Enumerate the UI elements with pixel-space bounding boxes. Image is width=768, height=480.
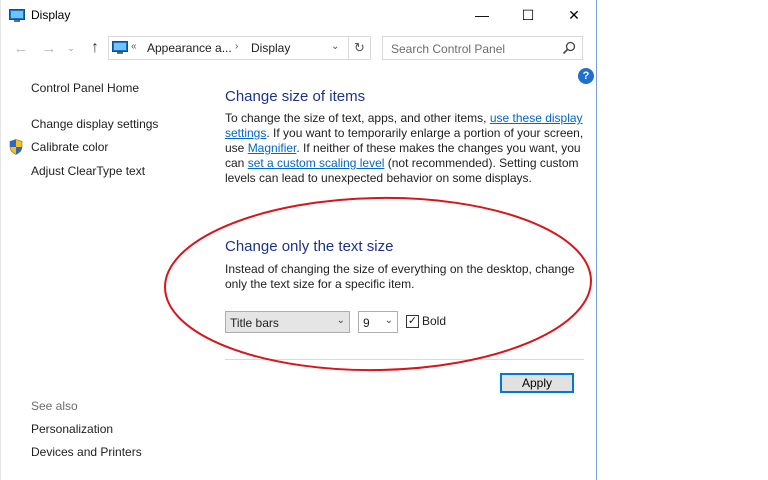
sidebar-item-home[interactable]: Control Panel Home	[31, 81, 139, 95]
title-bar: Display — ☐ ✕	[1, 0, 597, 31]
sidebar-item-devices[interactable]: Devices and Printers	[31, 445, 142, 459]
maximize-button[interactable]: ☐	[505, 0, 551, 30]
help-label: ?	[582, 70, 590, 82]
close-button[interactable]: ✕	[551, 0, 597, 30]
refresh-icon: ↻	[354, 40, 365, 55]
bold-label[interactable]: Bold	[422, 314, 446, 328]
breadcrumb-display[interactable]: Display	[251, 41, 290, 55]
maximize-icon: ☐	[521, 6, 535, 23]
search-placeholder: Search Control Panel	[391, 42, 506, 56]
back-button[interactable]: ←	[11, 38, 31, 58]
display-window: Display — ☐ ✕ ← → ⌄ ↑ « Appearance a... …	[0, 0, 597, 480]
checkmark-icon: ✓	[407, 315, 418, 327]
navigation-bar: ← → ⌄ ↑ « Appearance a... › Display ⌄ ↻ …	[1, 36, 597, 60]
recent-locations-button[interactable]: ⌄	[65, 40, 77, 56]
section-description-size: To change the size of text, apps, and ot…	[225, 111, 585, 186]
sidebar-item-personalization[interactable]: Personalization	[31, 422, 113, 436]
section-heading-size: Change size of items	[225, 88, 366, 105]
custom-scaling-link[interactable]: set a custom scaling level	[248, 156, 385, 170]
forward-button[interactable]: →	[39, 38, 59, 58]
chevron-down-icon: ⌄	[384, 315, 393, 326]
up-button[interactable]: ↑	[85, 38, 105, 58]
monitor-icon	[112, 41, 128, 54]
magnifier-link[interactable]: Magnifier	[248, 141, 297, 155]
item-select[interactable]: Title bars ⌄	[225, 311, 350, 333]
sidebar-item-cleartype[interactable]: Adjust ClearType text	[31, 164, 145, 178]
text-segment: To change the size of text, apps, and ot…	[225, 111, 490, 125]
see-also-heading: See also	[31, 399, 78, 413]
window-title: Display	[31, 8, 71, 22]
help-icon[interactable]: ?	[578, 68, 594, 84]
refresh-button[interactable]: ↻	[349, 36, 371, 60]
minimize-icon: —	[475, 7, 489, 23]
bold-checkbox[interactable]: ✓	[406, 315, 419, 328]
font-size-select[interactable]: 9 ⌄	[358, 311, 398, 333]
close-icon: ✕	[568, 6, 580, 23]
breadcrumb-appearance[interactable]: Appearance a...	[147, 41, 232, 55]
forward-arrow-icon: →	[41, 39, 57, 57]
apply-button[interactable]: Apply	[500, 373, 574, 393]
item-select-value: Title bars	[230, 316, 279, 330]
up-arrow-icon: ↑	[91, 39, 99, 56]
address-bar[interactable]: « Appearance a... › Display ⌄	[108, 36, 349, 60]
chevron-down-icon: ⌄	[67, 42, 75, 53]
monitor-icon	[9, 9, 25, 22]
section-description-text-size: Instead of changing the size of everythi…	[225, 262, 575, 291]
font-size-value: 9	[363, 316, 370, 330]
breadcrumb-separator-icon[interactable]: ›	[235, 41, 238, 52]
sidebar-item-calibrate[interactable]: Calibrate color	[31, 140, 108, 154]
back-arrow-icon: ←	[13, 39, 29, 57]
chevron-down-icon: ⌄	[336, 315, 345, 326]
divider	[225, 359, 584, 360]
section-heading-text-size: Change only the text size	[225, 238, 394, 255]
minimize-button[interactable]: —	[459, 0, 505, 30]
address-overflow-icon[interactable]: «	[131, 41, 137, 52]
address-dropdown-icon[interactable]: ⌄	[331, 41, 339, 52]
search-input[interactable]: Search Control Panel	[382, 36, 583, 60]
search-icon	[562, 41, 576, 55]
sidebar-item-change-display[interactable]: Change display settings	[31, 117, 158, 131]
shield-icon	[9, 139, 23, 155]
